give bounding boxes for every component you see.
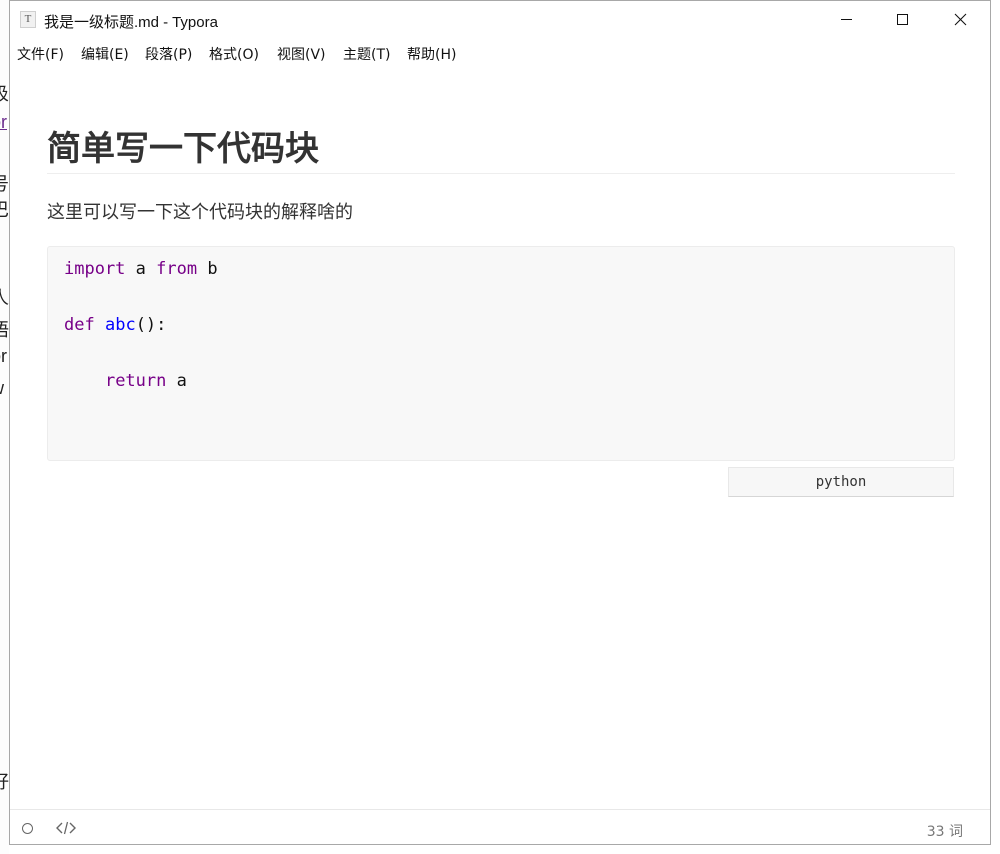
background-text: w xyxy=(0,378,4,399)
word-count[interactable]: 33 词 xyxy=(927,821,963,841)
code-keyword: def xyxy=(64,315,95,335)
menu-file[interactable]: 文件(F) xyxy=(17,44,64,64)
close-button[interactable] xyxy=(932,1,990,39)
background-text: 号 xyxy=(0,170,9,196)
document-paragraph[interactable]: 这里可以写一下这个代码块的解释啥的 xyxy=(47,198,353,224)
source-code-mode-icon[interactable] xyxy=(56,820,76,836)
code-text: a xyxy=(125,259,157,279)
minimize-button[interactable] xyxy=(818,1,876,39)
typora-window: T 我是一级标题.md - Typora 文件(F) 编辑(E) 段落(P) 格… xyxy=(9,0,991,845)
background-text: 巴 xyxy=(0,196,9,222)
close-icon xyxy=(954,13,967,26)
menu-theme[interactable]: 主题(T) xyxy=(343,44,390,64)
background-text: 人 xyxy=(0,284,9,310)
code-line: def abc(): xyxy=(64,315,166,335)
menu-help[interactable]: 帮助(H) xyxy=(407,44,456,64)
menu-edit[interactable]: 编辑(E) xyxy=(81,44,129,64)
code-block[interactable]: import a from b def abc(): return a xyxy=(47,246,955,461)
background-window-edge: 汲 or 号 巴 人 语 or w 好 xyxy=(0,0,9,854)
code-function-name: abc xyxy=(104,315,136,335)
background-text: 好 xyxy=(0,768,9,794)
menu-format[interactable]: 格式(O) xyxy=(209,44,259,64)
code-keyword: return xyxy=(104,371,167,391)
code-text: a xyxy=(166,371,187,391)
menu-view[interactable]: 视图(V) xyxy=(277,44,326,64)
document-heading[interactable]: 简单写一下代码块 xyxy=(47,121,319,170)
code-keyword: from xyxy=(156,259,198,279)
typora-app-icon: T xyxy=(20,11,36,28)
background-link: or xyxy=(0,112,8,132)
heading-divider xyxy=(47,173,955,174)
maximize-icon xyxy=(897,14,908,25)
background-text: 语 xyxy=(0,316,9,342)
code-text: (): xyxy=(135,315,167,335)
background-text: 汲 xyxy=(0,80,9,106)
code-text: b xyxy=(197,259,218,279)
code-language-input[interactable]: python xyxy=(728,467,954,497)
maximize-button[interactable] xyxy=(874,1,932,39)
menu-bar: 文件(F) 编辑(E) 段落(P) 格式(O) 视图(V) 主题(T) 帮助(H… xyxy=(10,39,990,67)
title-bar[interactable]: T 我是一级标题.md - Typora xyxy=(10,1,990,39)
status-bar: 33 词 xyxy=(10,809,990,845)
code-keyword: import xyxy=(64,259,126,279)
code-line: return a xyxy=(64,371,187,391)
code-line: import a from b xyxy=(64,259,218,279)
minimize-icon xyxy=(841,19,852,20)
menu-paragraph[interactable]: 段落(P) xyxy=(145,44,192,64)
outline-toggle-circle-icon[interactable] xyxy=(22,823,33,834)
background-text: or xyxy=(0,346,8,366)
window-title: 我是一级标题.md - Typora xyxy=(44,14,218,31)
